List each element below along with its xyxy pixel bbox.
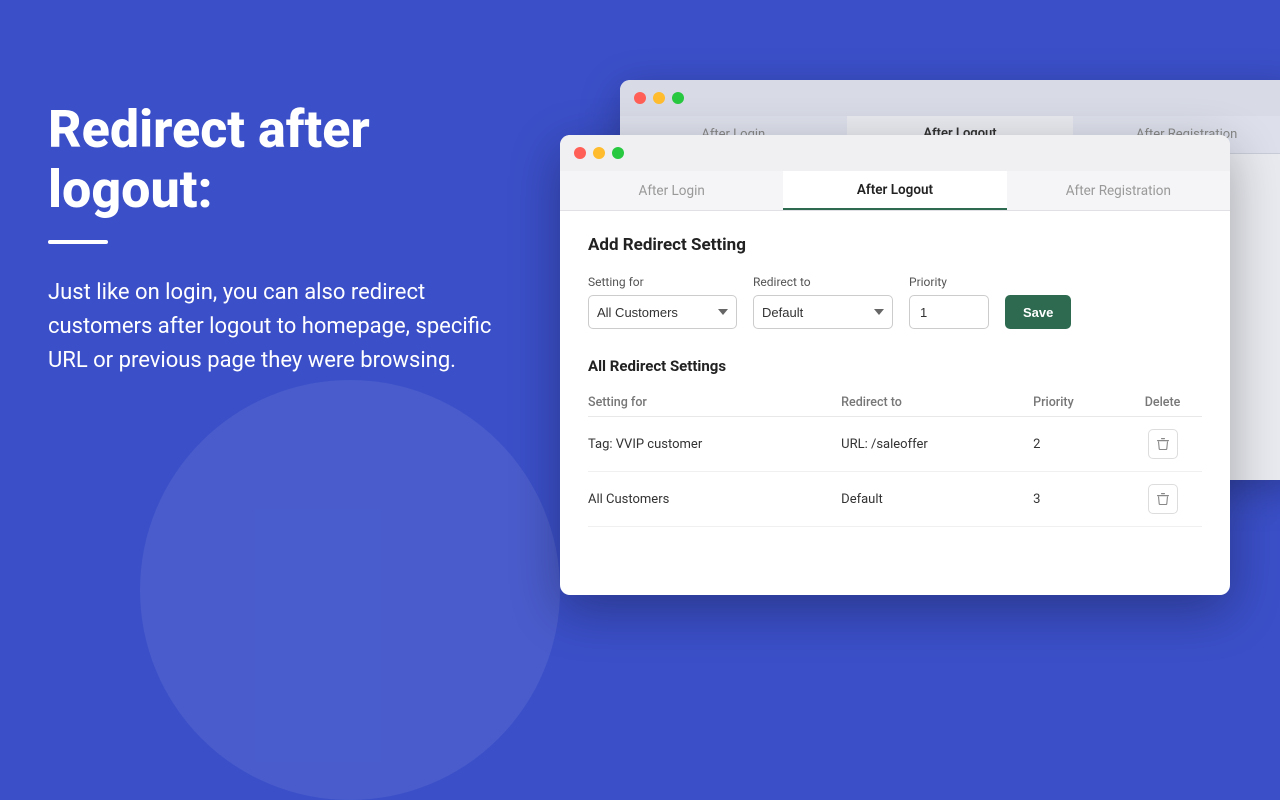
redirect-to-group: Redirect to Default Homepage Previous Pa…	[753, 275, 893, 329]
dot-yellow-back	[653, 92, 665, 104]
add-redirect-form: Setting for All Customers Tag: VVIP cust…	[588, 275, 1202, 329]
tab-after-logout-front[interactable]: After Logout	[783, 171, 1006, 210]
setting-for-select[interactable]: All Customers Tag: VVIP customer Specifi…	[588, 295, 737, 329]
cell-delete	[1123, 472, 1202, 527]
left-panel: Redirect after logout: Just like on logi…	[48, 100, 508, 378]
content-area: Add Redirect Setting Setting for All Cus…	[560, 211, 1230, 551]
col-redirect-to: Redirect to	[841, 389, 1033, 417]
delete-button[interactable]	[1148, 484, 1178, 514]
dot-green-front	[612, 147, 624, 159]
description-text: Just like on login, you can also redirec…	[48, 276, 508, 378]
col-delete: Delete	[1123, 389, 1202, 417]
tab-after-registration-front[interactable]: After Registration	[1007, 171, 1230, 210]
tab-after-login-front[interactable]: After Login	[560, 171, 783, 210]
delete-button[interactable]	[1148, 429, 1178, 459]
table-header-row: Setting for Redirect to Priority Delete	[588, 389, 1202, 417]
right-panel: After Login After Logout After Registrat…	[560, 80, 1280, 620]
setting-for-group: Setting for All Customers Tag: VVIP cust…	[588, 275, 737, 329]
dot-red-back	[634, 92, 646, 104]
all-settings-title: All Redirect Settings	[588, 357, 1202, 375]
divider	[48, 240, 108, 244]
cell-setting-for: All Customers	[588, 472, 841, 527]
browser-window-front: After Login After Logout After Registrat…	[560, 135, 1230, 595]
table-row: All CustomersDefault3	[588, 472, 1202, 527]
redirect-to-select[interactable]: Default Homepage Previous Page Custom UR…	[753, 295, 893, 329]
redirect-to-label: Redirect to	[753, 275, 893, 289]
priority-input[interactable]	[909, 295, 989, 329]
cell-setting-for: Tag: VVIP customer	[588, 417, 841, 472]
col-setting-for: Setting for	[588, 389, 841, 417]
cell-priority: 3	[1033, 472, 1123, 527]
heading-line1: Redirect after	[48, 99, 370, 160]
redirect-table: Setting for Redirect to Priority Delete …	[588, 389, 1202, 527]
cell-priority: 2	[1033, 417, 1123, 472]
setting-for-label: Setting for	[588, 275, 737, 289]
heading-line2: logout:	[48, 159, 213, 220]
priority-label: Priority	[909, 275, 989, 289]
tabs-front: After Login After Logout After Registrat…	[560, 171, 1230, 211]
background-circle	[140, 380, 560, 800]
dot-green-back	[672, 92, 684, 104]
main-heading: Redirect after logout:	[48, 100, 508, 220]
add-section-title: Add Redirect Setting	[588, 235, 1202, 255]
save-button[interactable]: Save	[1005, 295, 1071, 329]
dot-yellow-front	[593, 147, 605, 159]
col-priority: Priority	[1033, 389, 1123, 417]
cell-redirect-to: URL: /saleoffer	[841, 417, 1033, 472]
cell-delete	[1123, 417, 1202, 472]
dot-red-front	[574, 147, 586, 159]
cell-redirect-to: Default	[841, 472, 1033, 527]
titlebar-back	[620, 80, 1280, 116]
titlebar-front	[560, 135, 1230, 171]
table-row: Tag: VVIP customerURL: /saleoffer2	[588, 417, 1202, 472]
priority-group: Priority	[909, 275, 989, 329]
